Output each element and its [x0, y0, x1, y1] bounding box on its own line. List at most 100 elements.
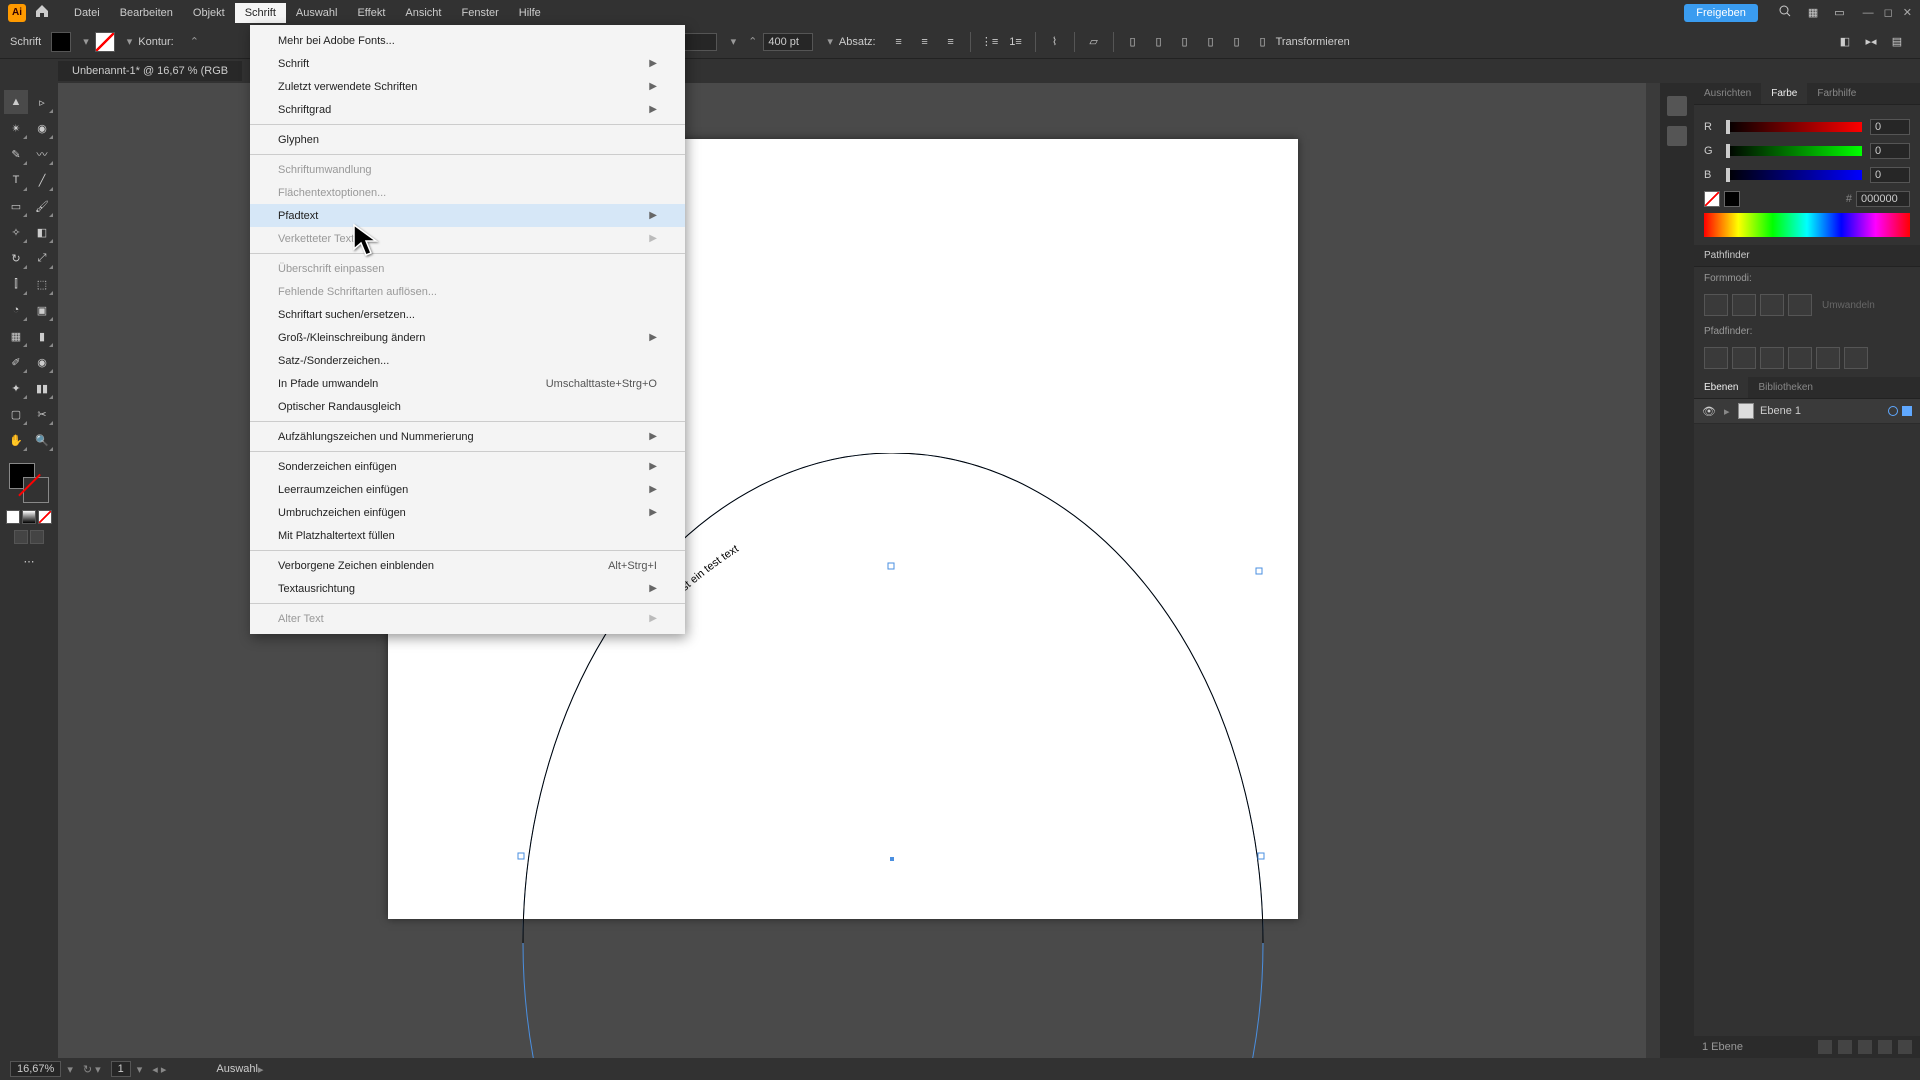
width-tool[interactable]: ⫿ [4, 272, 28, 296]
pen-tool[interactable]: ✎ [4, 142, 28, 166]
window-maximize[interactable]: ◻ [1884, 6, 1893, 19]
none-mode-icon[interactable] [38, 510, 52, 524]
font-style-dd[interactable]: ▾ [725, 35, 743, 48]
menu-ansicht[interactable]: Ansicht [395, 3, 451, 23]
envelope-icon[interactable]: ▱ [1086, 34, 1102, 50]
magic-wand-tool[interactable]: ✴ [4, 116, 28, 140]
trim-button[interactable] [1732, 347, 1756, 369]
zoom-dd[interactable]: ▾ [67, 1063, 73, 1076]
hex-value[interactable]: 000000 [1856, 191, 1910, 207]
paintbrush-tool[interactable]: 🖌 [30, 194, 54, 218]
hand-tool[interactable]: ✋ [4, 428, 28, 452]
tab-bibliotheken[interactable]: Bibliotheken [1748, 377, 1822, 398]
menu-item-2[interactable]: Zuletzt verwendete Schriften▶ [250, 75, 685, 98]
document-tab[interactable]: Unbenannt-1* @ 16,67 % (RGB [58, 61, 242, 81]
expand-arrow-icon[interactable]: ▸ [1724, 405, 1734, 418]
tab-ebenen[interactable]: Ebenen [1694, 377, 1748, 398]
color-mode-icon[interactable] [6, 510, 20, 524]
menu-item-3[interactable]: Schriftgrad▶ [250, 98, 685, 121]
merge-button[interactable] [1760, 347, 1784, 369]
fill-dropdown[interactable]: ▾ [77, 35, 95, 48]
menu-hilfe[interactable]: Hilfe [509, 3, 551, 23]
mesh-tool[interactable]: ▦ [4, 324, 28, 348]
gradient-mode-icon[interactable] [22, 510, 36, 524]
rotate-tool[interactable]: ↻ [4, 246, 28, 270]
drawer-icon[interactable]: ▤ [1889, 34, 1905, 50]
stroke-dropdown[interactable]: ▾ [121, 35, 139, 48]
window-close[interactable]: ✕ [1903, 6, 1912, 19]
menu-fenster[interactable]: Fenster [451, 3, 508, 23]
menu-item-22[interactable]: Sonderzeichen einfügen▶ [250, 455, 685, 478]
selection-tool[interactable]: ▲ [4, 90, 28, 114]
align-obj-2-icon[interactable]: ▯ [1151, 34, 1167, 50]
new-layer-icon[interactable] [1878, 1040, 1892, 1054]
line-tool[interactable]: ╱ [30, 168, 54, 192]
layer-row-1[interactable]: 👁 ▸ Ebene 1 [1694, 399, 1920, 424]
direct-selection-tool[interactable]: ▹ [30, 90, 54, 114]
align-obj-6-icon[interactable]: ▯ [1255, 34, 1271, 50]
menu-item-18[interactable]: Optischer Randausgleich [250, 395, 685, 418]
menu-item-16[interactable]: Satz-/Sonderzeichen... [250, 349, 685, 372]
menu-item-17[interactable]: In Pfade umwandelnUmschalttaste+Strg+O [250, 372, 685, 395]
r-value[interactable]: 0 [1870, 119, 1910, 135]
menu-bearbeiten[interactable]: Bearbeiten [110, 3, 183, 23]
intersect-button[interactable] [1760, 294, 1784, 316]
tab-ausrichten[interactable]: Ausrichten [1694, 83, 1761, 104]
draw-behind-icon[interactable] [30, 530, 44, 544]
align-obj-4-icon[interactable]: ▯ [1203, 34, 1219, 50]
free-transform-tool[interactable]: ⬚ [30, 272, 54, 296]
path-text[interactable]: ist ein test text [683, 473, 1383, 673]
workspace-icon[interactable]: ▭ [1834, 6, 1844, 19]
scale-tool[interactable]: ⤢ [30, 246, 54, 270]
app-logo[interactable]: Ai [8, 4, 26, 22]
window-minimize[interactable]: — [1863, 7, 1874, 19]
curvature-tool[interactable]: 〰 [30, 142, 54, 166]
scrollbar-vertical[interactable] [1646, 83, 1660, 1058]
panel-icon-2[interactable] [1667, 126, 1687, 146]
g-value[interactable]: 0 [1870, 143, 1910, 159]
eraser-tool[interactable]: ◧ [30, 220, 54, 244]
search-icon[interactable] [1778, 4, 1792, 21]
clip-mask-icon[interactable] [1838, 1040, 1852, 1054]
unite-button[interactable] [1704, 294, 1728, 316]
menu-item-1[interactable]: Schrift▶ [250, 52, 685, 75]
none-swatch[interactable] [1704, 191, 1720, 207]
align-left-icon[interactable]: ≡ [891, 34, 907, 50]
home-icon[interactable] [34, 3, 50, 22]
menu-schrift[interactable]: Schrift [235, 3, 286, 23]
spectrum-bar[interactable] [1704, 213, 1910, 237]
target-icon[interactable] [1888, 406, 1898, 416]
b-value[interactable]: 0 [1870, 167, 1910, 183]
align-obj-3-icon[interactable]: ▯ [1177, 34, 1193, 50]
arrange-icon[interactable]: ▦ [1808, 6, 1818, 19]
menu-objekt[interactable]: Objekt [183, 3, 235, 23]
gradient-tool[interactable]: ▮ [30, 324, 54, 348]
share-button[interactable]: Freigeben [1684, 4, 1758, 22]
perspective-tool[interactable]: ▣ [30, 298, 54, 322]
type-tool[interactable]: T [4, 168, 28, 192]
b-slider[interactable] [1726, 170, 1862, 180]
menu-item-0[interactable]: Mehr bei Adobe Fonts... [250, 29, 685, 52]
slice-tool[interactable]: ✂ [30, 402, 54, 426]
menu-item-5[interactable]: Glyphen [250, 128, 685, 151]
menu-item-25[interactable]: Mit Platzhaltertext füllen [250, 524, 685, 547]
isolate-icon[interactable]: ◧ [1837, 34, 1853, 50]
menu-item-28[interactable]: Textausrichtung▶ [250, 577, 685, 600]
fill-stroke-control[interactable] [9, 463, 49, 503]
exclude-button[interactable] [1788, 294, 1812, 316]
font-size-field[interactable]: 400 pt [763, 33, 813, 51]
tab-farbe[interactable]: Farbe [1761, 83, 1807, 104]
g-slider[interactable] [1726, 146, 1862, 156]
tab-farbhilfe[interactable]: Farbhilfe [1807, 83, 1866, 104]
stroke-swatch[interactable] [95, 32, 115, 52]
align-right-icon[interactable]: ≡ [943, 34, 959, 50]
transform-label[interactable]: Transformieren [1276, 36, 1350, 48]
page-dd[interactable]: ▾ [137, 1063, 143, 1076]
align-obj-1-icon[interactable]: ▯ [1125, 34, 1141, 50]
minus-back-button[interactable] [1844, 347, 1868, 369]
graph-tool[interactable]: ▮▮ [30, 376, 54, 400]
pathfinder-title[interactable]: Pathfinder [1694, 245, 1920, 267]
zoom-tool[interactable]: 🔍 [30, 428, 54, 452]
menu-item-24[interactable]: Umbruchzeichen einfügen▶ [250, 501, 685, 524]
symbol-tool[interactable]: ✦ [4, 376, 28, 400]
